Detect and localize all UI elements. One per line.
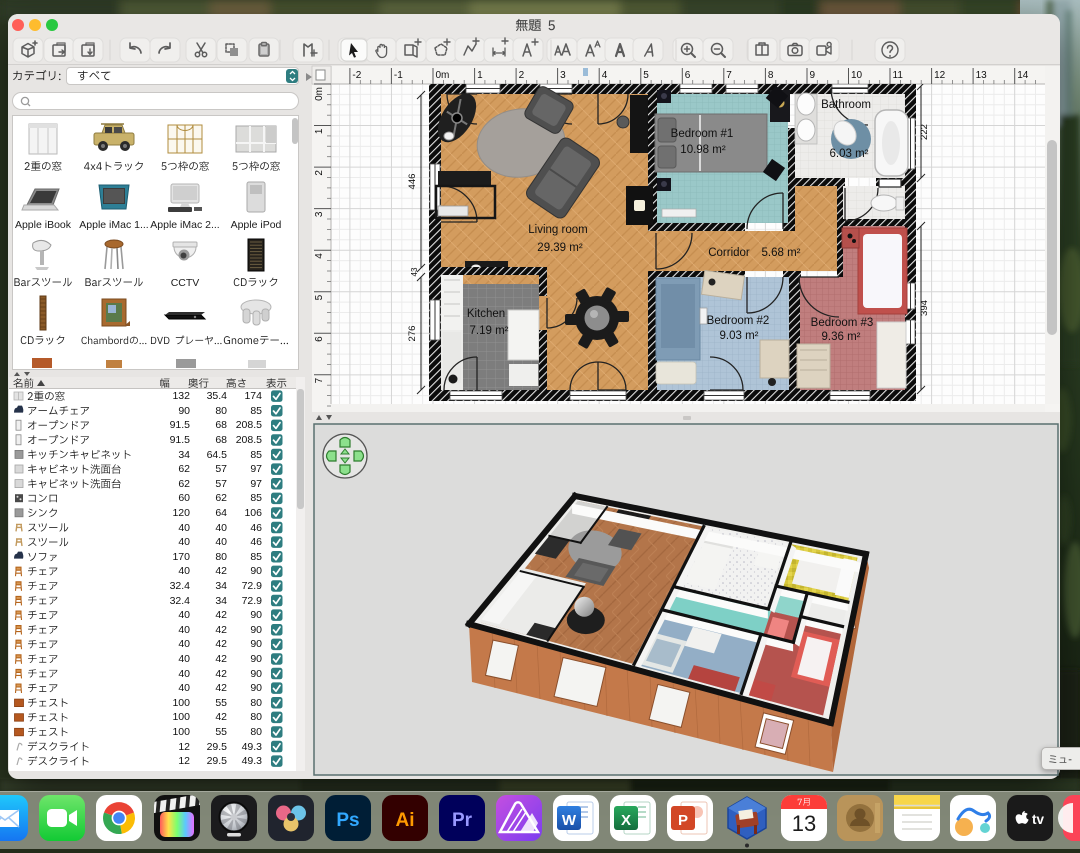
svg-text:Ps: Ps [336, 810, 359, 831]
svg-text:tv: tv [1032, 812, 1044, 827]
svg-text:Pr: Pr [452, 810, 473, 831]
svg-text:Ai: Ai [396, 810, 415, 831]
svg-text:13: 13 [792, 811, 816, 836]
svg-text:X: X [621, 812, 631, 829]
svg-text:P: P [678, 812, 688, 829]
svg-text:W: W [562, 812, 577, 829]
